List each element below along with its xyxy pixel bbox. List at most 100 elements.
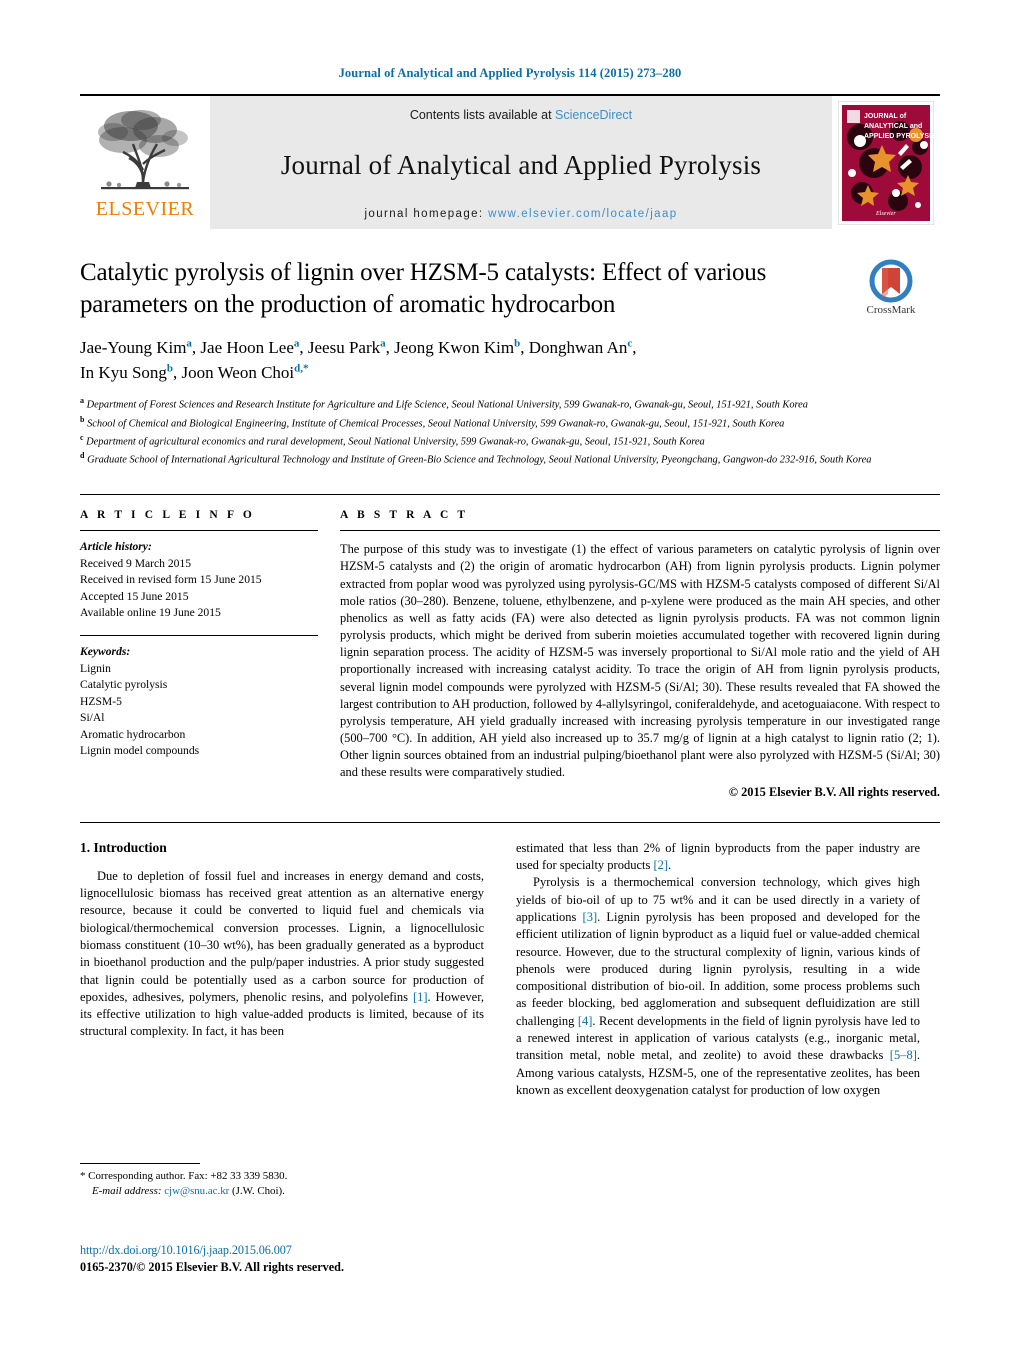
- author-4: , Jeong Kwon Kim: [385, 338, 515, 357]
- article-info-column: A R T I C L E I N F O Article history: R…: [80, 509, 318, 799]
- sciencedirect-link[interactable]: ScienceDirect: [555, 108, 632, 122]
- author-6: In Kyu Song: [80, 362, 167, 382]
- title-block: Catalytic pyrolysis of lignin over HZSM-…: [80, 257, 940, 468]
- body-columns: 1. Introduction Due to depletion of foss…: [80, 840, 940, 1100]
- paper-page: Journal of Analytical and Applied Pyroly…: [0, 0, 1020, 1351]
- footnote-divider: [80, 1163, 200, 1164]
- footnote-block: * Corresponding author. Fax: +82 33 339 …: [80, 1163, 484, 1200]
- abstract-divider: [340, 530, 940, 532]
- author-line1-tail: ,: [632, 338, 637, 357]
- keyword-item: Lignin: [80, 661, 111, 675]
- intro-p1-part-a: Due to depletion of fossil fuel and incr…: [80, 868, 484, 1004]
- journal-band: Contents lists available at ScienceDirec…: [210, 96, 832, 229]
- history-item-accepted: Accepted 15 June 2015: [80, 589, 189, 603]
- intro-cont-part-b: .: [668, 857, 672, 872]
- body-column-right: estimated that less than 2% of lignin by…: [516, 840, 920, 1100]
- intro-paragraph-1-continued: estimated that less than 2% of lignin by…: [516, 840, 920, 875]
- article-info-heading: A R T I C L E I N F O: [80, 509, 255, 522]
- intro-cont-part-a: estimated that less than 2% of lignin by…: [516, 840, 920, 872]
- doi-link[interactable]: http://dx.doi.org/10.1016/j.jaap.2015.06…: [80, 1243, 500, 1258]
- affiliation-b-text: School of Chemical and Biological Engine…: [87, 417, 785, 429]
- keywords-divider: [80, 635, 318, 637]
- author-list: Jae-Young Kima, Jae Hoon Leea, Jeesu Par…: [80, 336, 870, 385]
- homepage-prefix: journal homepage:: [364, 208, 489, 220]
- introduction-heading: 1. Introduction: [80, 839, 167, 855]
- article-info-divider: [80, 530, 318, 532]
- history-item-revised: Received in revised form 15 June 2015: [80, 573, 262, 587]
- keyword-item: HZSM-5: [80, 694, 122, 708]
- body-top-divider: [80, 821, 940, 823]
- abstract-column: A B S T R A C T The purpose of this stud…: [340, 509, 940, 799]
- citation-ref-1[interactable]: [1]: [413, 990, 428, 1004]
- keyword-item: Aromatic hydrocarbon: [80, 727, 186, 741]
- intro-paragraph-1: Due to depletion of fossil fuel and incr…: [80, 868, 484, 1041]
- info-abstract-section: A R T I C L E I N F O Article history: R…: [80, 494, 940, 799]
- crossmark-badge[interactable]: CrossMark: [842, 259, 940, 316]
- affiliation-a-text: Department of Forest Sciences and Resear…: [86, 399, 808, 411]
- keyword-item: Catalytic pyrolysis: [80, 678, 168, 692]
- citation-ref-4[interactable]: [4]: [578, 1014, 593, 1028]
- keyword-item: Lignin model compounds: [80, 744, 200, 758]
- email-label: E-mail address:: [92, 1185, 162, 1198]
- cover-publisher: Elsevier: [875, 211, 896, 217]
- article-history-label: Article history:: [80, 540, 152, 554]
- abstract-heading: A B S T R A C T: [340, 509, 469, 522]
- running-head: Journal of Analytical and Applied Pyroly…: [338, 66, 682, 80]
- corresponding-author-footnote: * Corresponding author. Fax: +82 33 339 …: [80, 1169, 484, 1200]
- body-column-left: 1. Introduction Due to depletion of foss…: [80, 840, 484, 1100]
- affiliation-b-mark: b: [80, 414, 85, 424]
- abstract-text: The purpose of this study was to investi…: [340, 542, 940, 780]
- corresponding-text: Corresponding author. Fax: +82 33 339 58…: [85, 1170, 288, 1182]
- elsevier-wordmark: ELSEVIER: [95, 198, 195, 220]
- email-owner: (J.W. Choi).: [229, 1185, 285, 1198]
- citation-ref-3[interactable]: [3]: [583, 910, 598, 924]
- elsevier-logo: ELSEVIER: [80, 96, 210, 229]
- affiliation-a-mark: a: [80, 396, 84, 406]
- crossmark-icon: [869, 259, 913, 303]
- affiliation-b: b School of Chemical and Biological Engi…: [80, 414, 880, 432]
- author-5: , Donghwan An: [520, 338, 628, 357]
- affiliation-d-text: Graduate School of International Agricul…: [87, 454, 872, 466]
- elsevier-tree-icon: [98, 110, 189, 190]
- intro-paragraph-2: Pyrolysis is a thermochemical conversion…: [516, 874, 920, 1099]
- article-history-block: Article history: Received 9 March 2015 R…: [80, 539, 318, 621]
- author-2: , Jae Hoon Lee: [191, 338, 294, 357]
- corresponding-author-marker[interactable]: *: [303, 362, 309, 374]
- author-7-affil-mark[interactable]: d,: [294, 362, 303, 374]
- affiliation-c-text: Department of agricultural economics and…: [86, 436, 705, 448]
- affiliation-d: d Graduate School of International Agric…: [80, 450, 880, 468]
- author-3: , Jeesu Park: [299, 338, 381, 357]
- email-link[interactable]: cjw@snu.ac.kr: [164, 1185, 229, 1197]
- affiliations-list: a Department of Forest Sciences and Rese…: [80, 395, 880, 468]
- journal-masthead: ELSEVIER Contents lists available at Sci…: [80, 94, 940, 229]
- author-7: , Joon Weon Choi: [173, 362, 295, 382]
- affiliation-c-mark: c: [80, 432, 84, 442]
- contents-prefix: Contents lists available at: [409, 108, 556, 122]
- citation-ref-2[interactable]: [2]: [653, 858, 668, 872]
- keyword-item: Si/Al: [80, 711, 105, 725]
- journal-homepage-line: journal homepage: www.elsevier.com/locat…: [364, 208, 677, 220]
- issn-copyright-line: 0165-2370/© 2015 Elsevier B.V. All right…: [80, 1260, 345, 1274]
- crossmark-label: CrossMark: [866, 304, 916, 316]
- journal-cover-image: JOURNAL of ANALYTICAL and APPLIED PYROLY…: [838, 100, 934, 225]
- citation-ref-5[interactable]: [5–8]: [890, 1048, 917, 1062]
- affiliation-c: c Department of agricultural economics a…: [80, 432, 880, 450]
- affiliation-d-mark: d: [80, 450, 85, 460]
- cover-title-line3: APPLIED PYROLYSIS: [864, 133, 934, 140]
- contents-available-line: Contents lists available at ScienceDirec…: [410, 108, 632, 122]
- affiliation-a: a Department of Forest Sciences and Rese…: [80, 395, 880, 413]
- journal-title: Journal of Analytical and Applied Pyroly…: [280, 149, 762, 180]
- page-title: Catalytic pyrolysis of lignin over HZSM-…: [80, 259, 767, 318]
- cover-title-line1: JOURNAL of: [864, 113, 907, 120]
- homepage-url-link[interactable]: www.elsevier.com/locate/jaap: [488, 208, 677, 220]
- keywords-label: Keywords:: [80, 645, 131, 659]
- history-item-online: Available online 19 June 2015: [80, 606, 221, 620]
- doi-block: http://dx.doi.org/10.1016/j.jaap.2015.06…: [80, 1243, 500, 1276]
- author-1: Jae-Young Kim: [80, 338, 187, 357]
- keywords-block: Keywords: Lignin Catalytic pyrolysis HZS…: [80, 644, 318, 759]
- abstract-copyright: © 2015 Elsevier B.V. All rights reserved…: [728, 784, 940, 799]
- history-item-received: Received 9 March 2015: [80, 556, 192, 570]
- journal-cover-thumbnail: JOURNAL of ANALYTICAL and APPLIED PYROLY…: [832, 96, 940, 229]
- intro-p2-part-b: . Lignin pyrolysis has been proposed and…: [516, 909, 921, 1028]
- cover-title-line2: ANALYTICAL and: [864, 123, 922, 130]
